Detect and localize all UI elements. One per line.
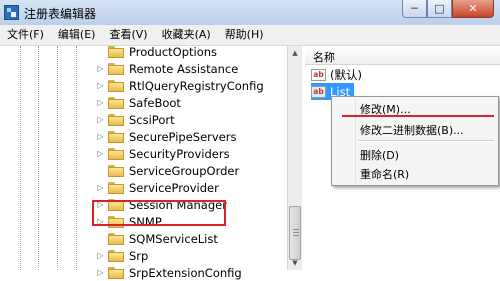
- tree-guide-line: [38, 46, 39, 270]
- expander-icon[interactable]: ▷: [96, 81, 105, 90]
- column-header-name[interactable]: 名称: [305, 46, 500, 65]
- maximize-button[interactable]: □: [427, 0, 452, 18]
- scrollbar-grip: [293, 229, 299, 231]
- annotation-underline: [342, 115, 494, 117]
- tree-item-label: ProductOptions: [129, 44, 218, 59]
- tree-item-label: ServiceGroupOrder: [129, 163, 240, 178]
- menu-view[interactable]: 查看(V): [102, 25, 154, 45]
- tree-item[interactable]: SQMServiceList: [96, 230, 218, 247]
- tree-item-label: Remote Assistance: [129, 61, 239, 76]
- tree-item[interactable]: ▷ SrpExtensionConfig: [96, 264, 242, 281]
- menu-item-rename[interactable]: 重命名(R): [360, 166, 409, 182]
- value-row[interactable]: ab (默认): [311, 66, 362, 83]
- menu-help[interactable]: 帮助(H): [218, 25, 271, 45]
- tree-item-label: SecurePipeServers: [129, 129, 237, 144]
- folder-icon: [108, 45, 124, 58]
- tree-item[interactable]: ▷ SecurePipeServers: [96, 128, 237, 145]
- close-button[interactable]: ✕: [452, 0, 494, 18]
- tree-item-selected[interactable]: ServiceGroupOrder: [96, 162, 239, 179]
- folder-icon: [108, 249, 124, 262]
- expander-icon[interactable]: ▷: [96, 268, 105, 277]
- tree-item[interactable]: ▷ SecurityProviders: [96, 145, 230, 162]
- expander-icon[interactable]: ▷: [96, 98, 105, 107]
- menu-gutter: [355, 99, 356, 183]
- tree-item-label: Srp: [129, 248, 149, 263]
- title-bar: 注册表编辑器 ─ □ ✕: [0, 0, 500, 26]
- tree-item[interactable]: ProductOptions: [96, 43, 217, 60]
- expander-icon[interactable]: ▷: [96, 149, 105, 158]
- tree-item[interactable]: ▷ ServiceProvider: [96, 179, 219, 196]
- scrollbar-grip: [293, 235, 299, 237]
- ab-string-icon: ab: [311, 85, 326, 98]
- tree-item[interactable]: ▷ Remote Assistance: [96, 60, 238, 77]
- scrollbar-thumb[interactable]: [289, 206, 301, 260]
- menu-file[interactable]: 文件(F): [0, 25, 51, 45]
- folder-icon: [108, 62, 124, 75]
- folder-icon: [108, 130, 124, 143]
- tree-item-label: ScsiPort: [129, 112, 175, 127]
- registry-tree-pane[interactable]: ProductOptions ▷ Remote Assistance ▷ Rtl…: [0, 43, 302, 280]
- expander-icon[interactable]: ▷: [96, 183, 105, 192]
- tree-item-label: SecurityProviders: [129, 146, 230, 161]
- folder-icon: [108, 232, 124, 245]
- menu-bar: 文件(F) 编辑(E) 查看(V) 收藏夹(A) 帮助(H): [0, 25, 500, 46]
- regedit-app-icon: [4, 5, 19, 20]
- menu-edit[interactable]: 编辑(E): [51, 25, 103, 45]
- context-menu: 修改(M)... 修改二进制数据(B)... 删除(D) 重命名(R): [331, 96, 499, 186]
- scroll-down-arrow-icon[interactable]: ▼: [288, 256, 302, 270]
- folder-icon: [108, 79, 124, 92]
- tree-item[interactable]: ▷ ScsiPort: [96, 111, 175, 128]
- tree-guide-line: [57, 46, 58, 270]
- window-title: 注册表编辑器: [24, 7, 97, 21]
- folder-icon: [108, 113, 124, 126]
- window-controls: ─ □ ✕: [402, 0, 494, 19]
- tree-item-label: ServiceProvider: [129, 180, 219, 195]
- tree-guide-line: [20, 46, 21, 270]
- scrollbar-grip: [293, 232, 299, 234]
- tree-vertical-scrollbar[interactable]: ▲ ▼: [287, 46, 302, 270]
- folder-icon: [108, 164, 124, 177]
- menu-item-modify-binary[interactable]: 修改二进制数据(B)...: [360, 122, 464, 138]
- column-header-label: 名称: [313, 51, 335, 64]
- expander-icon[interactable]: ▷: [96, 64, 105, 73]
- tree-item[interactable]: ▷ RtlQueryRegistryConfig: [96, 77, 264, 94]
- menu-favorites[interactable]: 收藏夹(A): [155, 25, 218, 45]
- value-name: (默认): [330, 67, 362, 82]
- minimize-button[interactable]: ─: [402, 0, 427, 18]
- expander-icon[interactable]: ▷: [96, 251, 105, 260]
- folder-icon: [108, 181, 124, 194]
- menu-separator: [358, 140, 494, 142]
- expander-icon[interactable]: ▷: [96, 115, 105, 124]
- tree-item[interactable]: ▷ Srp: [96, 247, 148, 264]
- tree-guide-line: [76, 46, 77, 270]
- folder-icon: [108, 96, 124, 109]
- menu-item-delete[interactable]: 删除(D): [360, 147, 399, 163]
- folder-icon: [108, 266, 124, 279]
- tree-item-label: SrpExtensionConfig: [129, 265, 242, 280]
- annotation-highlight-box: [92, 200, 226, 226]
- ab-string-icon: ab: [311, 68, 326, 81]
- expander-icon[interactable]: ▷: [96, 132, 105, 141]
- tree-item[interactable]: ▷ SafeBoot: [96, 94, 181, 111]
- tree-item-label: SafeBoot: [129, 95, 181, 110]
- tree-item-label: SQMServiceList: [129, 231, 218, 246]
- tree-item-label: RtlQueryRegistryConfig: [129, 78, 264, 93]
- folder-icon: [108, 147, 124, 160]
- scroll-up-arrow-icon[interactable]: ▲: [288, 46, 302, 60]
